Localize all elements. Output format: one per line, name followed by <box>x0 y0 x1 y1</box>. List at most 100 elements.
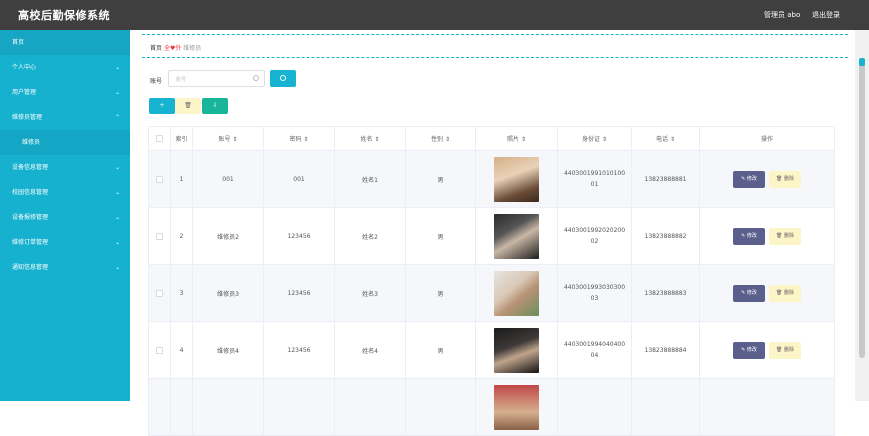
cell-gender: 男 <box>406 322 476 378</box>
cell-actions: ✎ 修改 🗑 删除 <box>700 265 835 321</box>
cell-gender: 男 <box>406 208 476 264</box>
select-all-checkbox[interactable] <box>156 135 163 142</box>
avatar-photo <box>494 385 539 430</box>
cell-gender: 男 <box>406 151 476 207</box>
sidebar-item-personal-center[interactable]: 个人中心 ⌄ <box>0 55 130 80</box>
sidebar-item-user-management[interactable]: 用户管理 ⌄ <box>0 80 130 105</box>
cell-actions: ✎ 修改 🗑 删除 <box>700 322 835 378</box>
cell-name <box>335 379 406 435</box>
edit-button[interactable]: ✎ 修改 <box>733 284 765 302</box>
sidebar-item-campus-info[interactable]: 校园信息管理 ⌄ <box>0 180 130 205</box>
column-header-index: 索引 <box>171 127 193 150</box>
sidebar-item-repair-orders[interactable]: 维修订单管理 ⌄ <box>0 230 130 255</box>
sidebar-item-label: 维修员管理 <box>12 114 43 121</box>
column-header-account[interactable]: 账号 ⇕ <box>193 127 264 150</box>
chevron-down-icon: ⌄ <box>114 164 120 171</box>
cell-gender: 男 <box>406 265 476 321</box>
table-row-partial <box>149 379 835 436</box>
current-user-label[interactable]: 管理员 abo <box>764 10 800 20</box>
row-checkbox[interactable] <box>156 175 163 183</box>
cell-account <box>193 379 264 435</box>
row-checkbox[interactable] <box>156 289 163 297</box>
row-checkbox[interactable] <box>156 346 163 354</box>
scrollbar-thumb[interactable] <box>859 58 865 358</box>
edit-button[interactable]: ✎ 修改 <box>733 227 765 245</box>
cell-photo <box>476 151 558 207</box>
sidebar-subitem-repairman[interactable]: 维修员 <box>0 130 130 155</box>
export-button[interactable]: ⇩ <box>202 98 228 114</box>
sidebar-item-label: 维修员 <box>22 139 41 146</box>
cell-account: 维修员4 <box>193 322 264 378</box>
cell-name: 姓名3 <box>335 265 406 321</box>
chevron-down-icon: ⌄ <box>114 189 120 196</box>
search-button[interactable] <box>270 70 296 87</box>
repairman-table: 索引 账号 ⇕ 密码 ⇕ 姓名 ⇕ 性别 ⇕ 照片 ⇕ 身份证 ⇕ 电话 ⇕ 操… <box>148 126 835 436</box>
column-header-name[interactable]: 姓名 ⇕ <box>335 127 406 150</box>
cell-gender <box>406 379 476 435</box>
chevron-down-icon: ⌄ <box>114 214 120 221</box>
sidebar-item-label: 设备信息管理 <box>12 164 49 171</box>
cell-index: 3 <box>171 265 193 321</box>
account-search-input[interactable]: 账号 <box>168 70 265 87</box>
search-icon <box>280 75 286 81</box>
page-scrollbar[interactable] <box>855 30 869 401</box>
breadcrumb-home[interactable]: 首页 <box>150 45 162 52</box>
row-checkbox[interactable] <box>156 232 163 240</box>
add-button[interactable]: + <box>149 98 175 114</box>
cell-photo <box>476 379 558 435</box>
row-select-cell[interactable] <box>149 379 171 435</box>
delete-button[interactable]: 🗑 删除 <box>769 227 801 245</box>
table-header-row: 索引 账号 ⇕ 密码 ⇕ 姓名 ⇕ 性别 ⇕ 照片 ⇕ 身份证 ⇕ 电话 ⇕ 操… <box>149 127 835 151</box>
column-header-phone[interactable]: 电话 ⇕ <box>632 127 700 150</box>
avatar-photo <box>494 156 539 202</box>
sidebar-item-equipment-info[interactable]: 设备信息管理 ⌄ <box>0 155 130 180</box>
cell-account: 维修员2 <box>193 208 264 264</box>
row-select-cell[interactable] <box>149 151 171 207</box>
cell-photo <box>476 322 558 378</box>
cell-password: 123456 <box>264 208 335 264</box>
column-header-actions: 操作 <box>700 127 835 150</box>
cell-id-card: 4403001994040400 04 <box>558 322 632 378</box>
cell-phone: 13823888883 <box>632 265 700 321</box>
table-row: 3 维修员3 123456 姓名3 男 4403001993030300 03 … <box>149 265 835 322</box>
table-row: 2 维修员2 123456 姓名2 男 4403001992020200 02 … <box>149 208 835 265</box>
cell-index <box>171 379 193 435</box>
avatar-photo <box>494 327 539 373</box>
sidebar-item-label: 通知信息管理 <box>12 264 49 271</box>
row-select-cell[interactable] <box>149 322 171 378</box>
sidebar-item-repairman-management[interactable]: 维修员管理 ⌃ <box>0 105 130 130</box>
column-header-id-card[interactable]: 身份证 ⇕ <box>558 127 632 150</box>
breadcrumb-bar: 首页 全♥外 维修员 <box>142 34 848 58</box>
chevron-down-icon: ⌄ <box>114 64 120 71</box>
sidebar-item-label: 首页 <box>12 39 25 46</box>
row-select-cell[interactable] <box>149 208 171 264</box>
sidebar-item-label: 维修订单管理 <box>12 239 49 246</box>
batch-delete-button[interactable]: 🗑 <box>175 98 201 114</box>
delete-button[interactable]: 🗑 删除 <box>769 341 801 359</box>
column-header-password[interactable]: 密码 ⇕ <box>264 127 335 150</box>
sidebar-item-equipment-repair[interactable]: 设备报修管理 ⌄ <box>0 205 130 230</box>
sidebar-item-notifications[interactable]: 通知信息管理 ⌄ <box>0 255 130 280</box>
edit-button[interactable]: ✎ 修改 <box>733 341 765 359</box>
chevron-down-icon: ⌄ <box>114 239 120 246</box>
search-placeholder: 账号 <box>176 77 187 83</box>
select-all-cell[interactable] <box>149 127 171 150</box>
app-title: 高校后勤保修系统 <box>18 9 110 22</box>
cell-id-card: 4403001991010100 01 <box>558 151 632 207</box>
delete-button[interactable]: 🗑 删除 <box>769 284 801 302</box>
column-header-photo[interactable]: 照片 ⇕ <box>476 127 558 150</box>
cell-phone <box>632 379 700 435</box>
row-select-cell[interactable] <box>149 265 171 321</box>
delete-button[interactable]: 🗑 删除 <box>769 170 801 188</box>
sidebar-item-home[interactable]: 首页 <box>0 30 130 55</box>
search-label: 账号 <box>150 78 163 85</box>
edit-button[interactable]: ✎ 修改 <box>733 170 765 188</box>
search-icon <box>253 75 259 81</box>
logout-link[interactable]: 退出登录 <box>812 10 840 20</box>
scrollbar-marker <box>859 58 865 66</box>
top-bar: 高校后勤保修系统 管理员 abo 退出登录 <box>0 0 869 30</box>
column-header-gender[interactable]: 性别 ⇕ <box>406 127 476 150</box>
cell-name: 姓名4 <box>335 322 406 378</box>
cell-actions: ✎ 修改 🗑 删除 <box>700 151 835 207</box>
breadcrumb: 首页 全♥外 维修员 <box>150 43 201 52</box>
